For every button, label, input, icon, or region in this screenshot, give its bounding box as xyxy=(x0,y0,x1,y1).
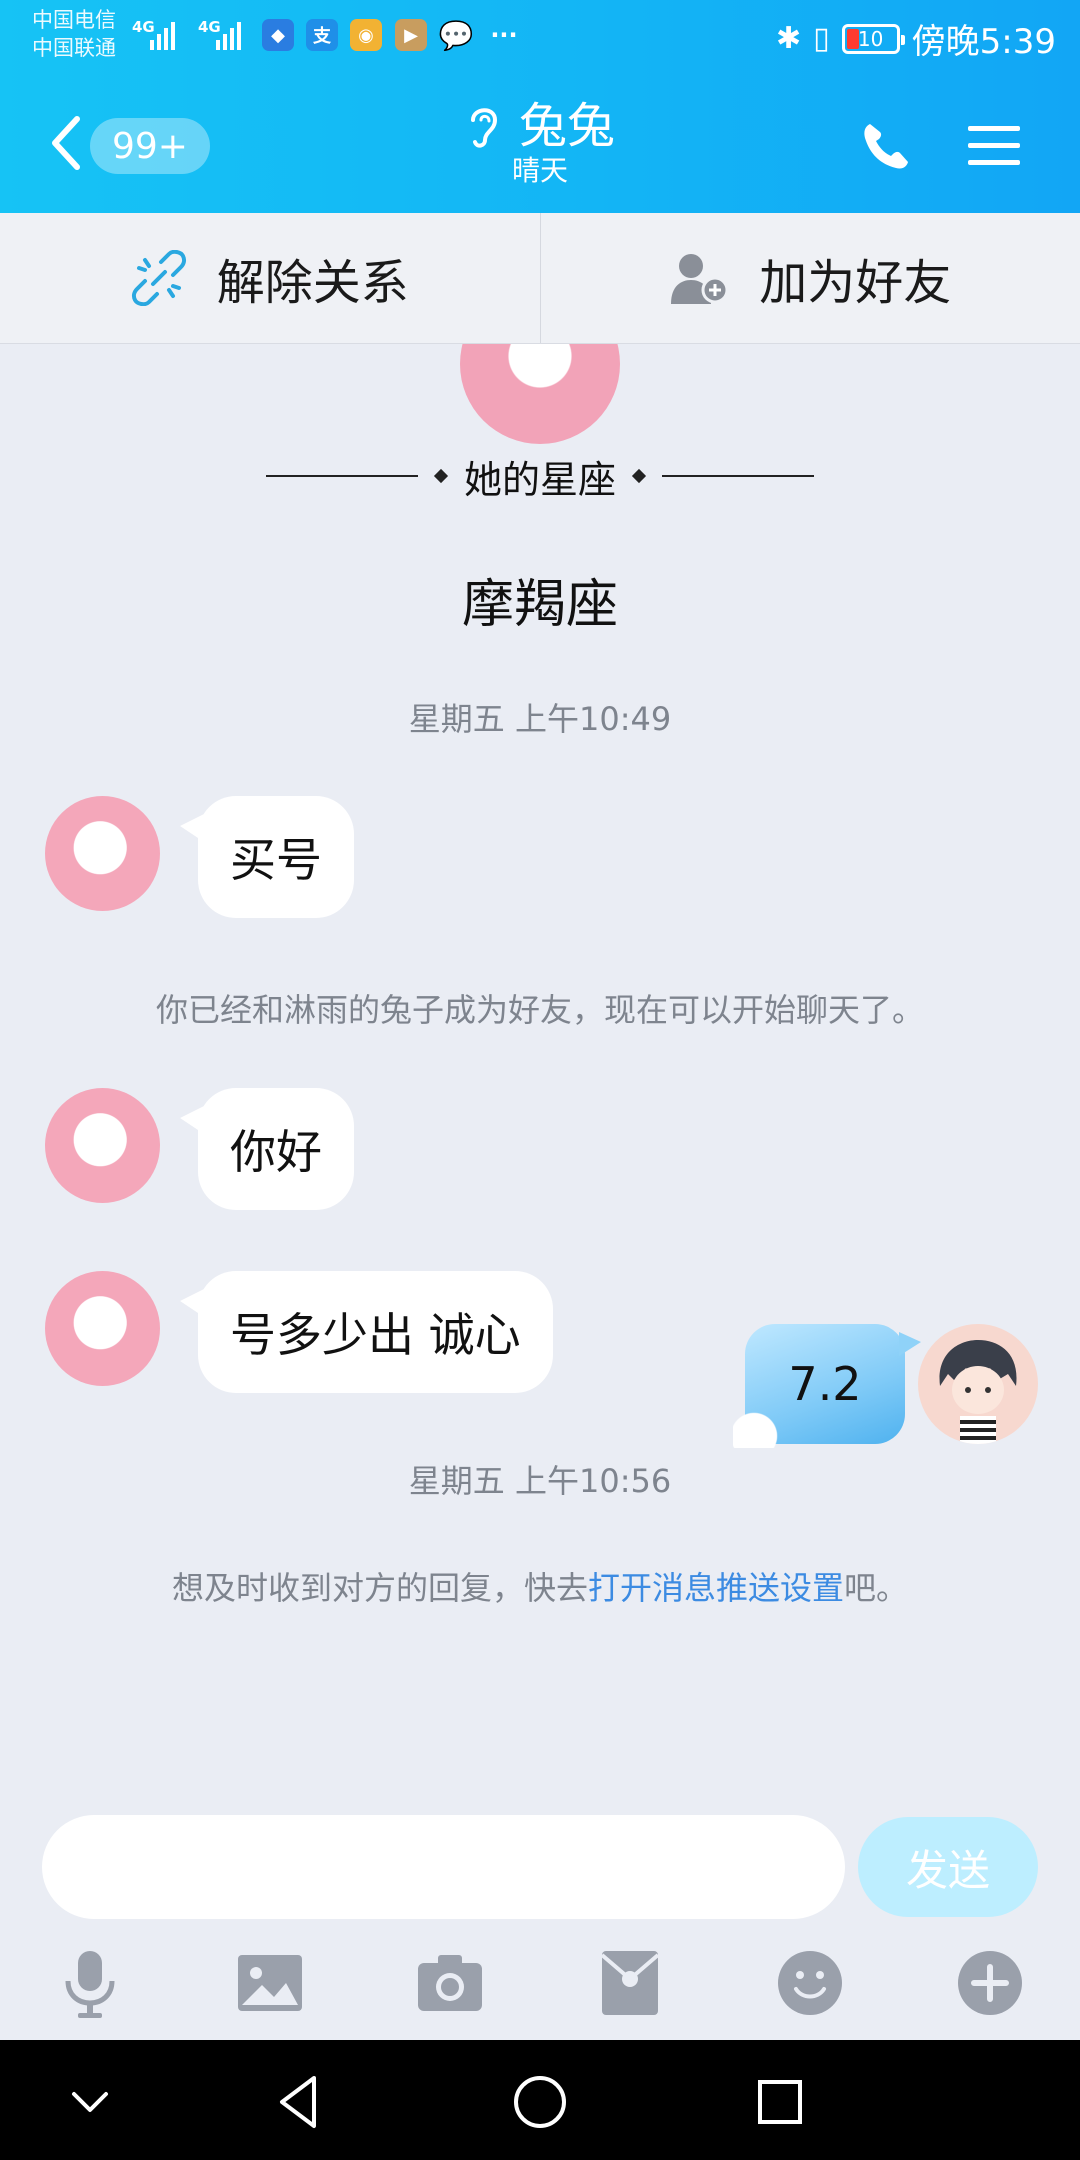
message-app-icon: 💬 xyxy=(438,18,474,52)
plus-icon[interactable] xyxy=(952,1945,1028,2021)
outgoing-message-bubble[interactable]: 7.2 xyxy=(733,1324,921,1448)
add-friend-button[interactable]: 加为好友 xyxy=(539,213,1080,343)
incoming-message-bubble[interactable]: 买号 xyxy=(180,796,354,918)
incoming-message-bubble[interactable]: 号多少出 诚心 xyxy=(180,1271,553,1393)
emoji-icon[interactable] xyxy=(772,1945,848,2021)
chat-title[interactable]: 兔兔 晴天 xyxy=(420,98,660,188)
push-notice-prefix: 想及时收到对方的回复，快去 xyxy=(171,1569,588,1607)
add-friend-icon xyxy=(671,254,729,304)
incoming-message-bubble[interactable]: 你好 xyxy=(180,1088,354,1210)
vibrate-icon: ▯ xyxy=(813,21,830,56)
red-packet-icon[interactable] xyxy=(592,1945,668,2021)
battery-icon: 10 xyxy=(841,23,905,54)
divider-dot-left xyxy=(433,468,449,484)
nav-home-icon[interactable] xyxy=(508,2070,572,2134)
title-bar: 中国电信 中国联通 4G 4G ◆ 支 ◉ ▶ 💬 ··· ✱ ▯ 10 傍晚5… xyxy=(0,0,1080,213)
system-notice-friend: 你已经和淋雨的兔子成为好友，现在可以开始聊天了。 xyxy=(155,991,924,1029)
unread-count-badge[interactable]: 99+ xyxy=(90,118,210,174)
divider-dot-right xyxy=(631,468,647,484)
divider-left xyxy=(265,475,418,477)
divider-right xyxy=(662,475,814,477)
message-timestamp: 星期五 上午10:49 xyxy=(408,700,672,738)
send-button[interactable]: 发送 xyxy=(858,1817,1038,1917)
unbind-relation-label: 解除关系 xyxy=(216,255,409,311)
carrier-info: 中国电信 中国联通 xyxy=(32,6,116,62)
broken-link-icon xyxy=(131,250,186,306)
clock: 傍晚5:39 xyxy=(911,22,1056,62)
cartoon-boy-icon xyxy=(939,1340,1017,1444)
system-notice-push: 想及时收到对方的回复，快去打开消息推送设置吧。 xyxy=(0,1563,1080,1609)
hide-nav-chevron-icon[interactable] xyxy=(58,2070,122,2134)
status-bar: 中国电信 中国联通 4G 4G ◆ 支 ◉ ▶ 💬 ··· ✱ ▯ 10 傍晚5… xyxy=(0,0,1080,70)
wave-decoration-icon xyxy=(733,1408,803,1448)
relation-bar: 解除关系 加为好友 xyxy=(0,213,1080,344)
back-icon[interactable] xyxy=(45,113,85,173)
push-notice-suffix: 吧。 xyxy=(844,1569,909,1607)
bluetooth-icon: ✱ xyxy=(775,21,802,56)
carrier-1: 中国电信 xyxy=(32,8,116,32)
zodiac-heading-label: 她的星座 xyxy=(463,457,616,502)
ear-icon xyxy=(470,108,497,148)
menu-icon[interactable] xyxy=(966,122,1022,170)
video-app-icon: ▶ xyxy=(395,19,427,51)
outgoing-message-text: 7.2 xyxy=(788,1357,862,1411)
contact-name: 兔兔 xyxy=(518,98,615,154)
shield-app-icon: ◆ xyxy=(262,19,294,51)
message-input[interactable] xyxy=(42,1815,845,1919)
system-navigation-bar xyxy=(0,2040,1080,2160)
microphone-icon[interactable] xyxy=(52,1945,128,2021)
chat-toolbar xyxy=(0,1920,1080,2040)
zodiac-heading: 她的星座 xyxy=(255,456,825,502)
composer: 发送 xyxy=(0,1800,1080,1920)
contact-status: 晴天 xyxy=(511,154,568,187)
battery-level: 10 xyxy=(857,26,884,51)
contact-profile-avatar[interactable] xyxy=(460,344,620,444)
chat-area[interactable]: 她的星座 摩羯座 星期五 上午10:49 买号 你已经和淋雨的兔子成为好友，现在… xyxy=(0,344,1080,1800)
contact-avatar[interactable] xyxy=(45,1271,160,1386)
unbind-relation-button[interactable]: 解除关系 xyxy=(0,213,540,343)
camera-icon[interactable] xyxy=(412,1945,488,2021)
carrier-2: 中国联通 xyxy=(32,36,116,60)
status-right: ✱ ▯ 10 傍晚5:39 xyxy=(776,14,1056,63)
phone-call-icon[interactable] xyxy=(858,118,914,174)
alipay-app-icon: 支 xyxy=(306,19,338,51)
nav-back-icon[interactable] xyxy=(268,2070,332,2134)
game-app-icon: ◉ xyxy=(350,19,382,51)
image-icon[interactable] xyxy=(232,1945,308,2021)
message-timestamp: 星期五 上午10:56 xyxy=(408,1462,672,1500)
zodiac-value: 摩羯座 xyxy=(461,575,618,635)
open-push-settings-link[interactable]: 打开消息推送设置 xyxy=(588,1569,844,1607)
more-notifications-icon: ··· xyxy=(490,21,518,49)
nav-recents-icon[interactable] xyxy=(748,2070,812,2134)
contact-avatar[interactable] xyxy=(45,1088,160,1203)
signal-1-icon xyxy=(150,20,175,50)
signal-2-icon xyxy=(216,20,241,50)
contact-avatar[interactable] xyxy=(45,796,160,911)
add-friend-label: 加为好友 xyxy=(759,255,952,311)
my-avatar[interactable] xyxy=(918,1324,1038,1444)
